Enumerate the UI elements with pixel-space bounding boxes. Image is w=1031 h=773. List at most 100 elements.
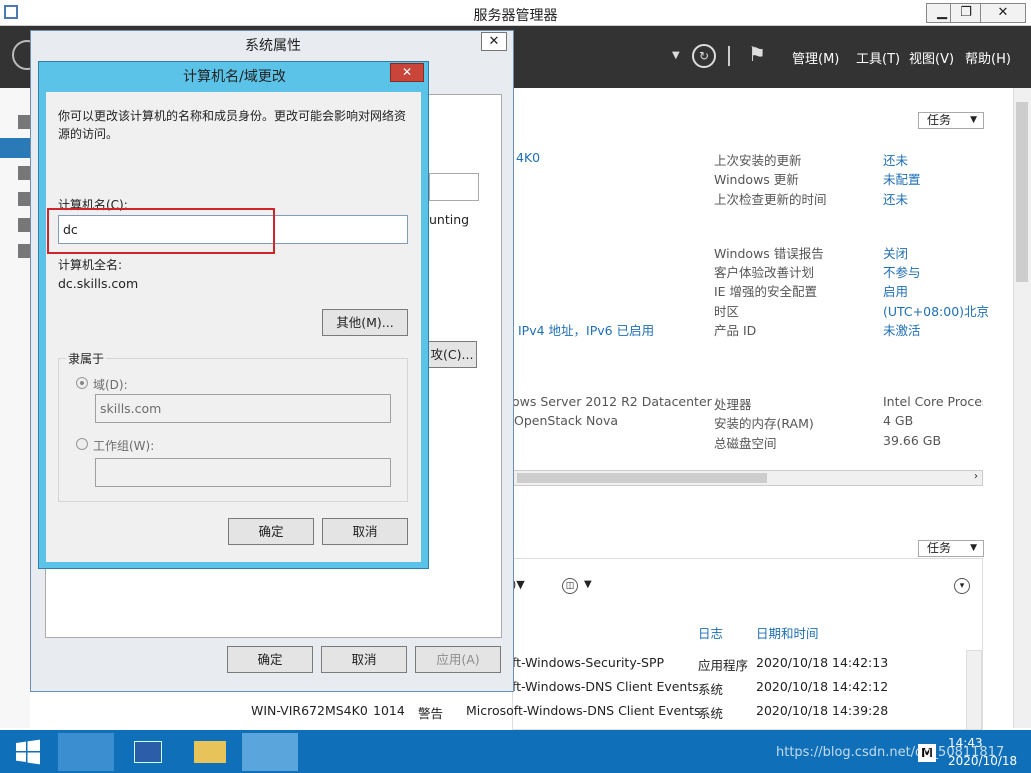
refresh-icon[interactable]: ↻ — [692, 44, 716, 68]
prop-value[interactable]: 启用 — [883, 281, 908, 300]
prop-value[interactable]: (UTC+08:00)北京 — [883, 301, 989, 320]
powershell-taskbar-icon[interactable] — [120, 733, 176, 771]
server-manager-taskbar-icon[interactable] — [58, 733, 114, 771]
chevron-down-icon: ▼ — [970, 115, 977, 125]
explorer-taskbar-icon[interactable] — [182, 733, 238, 771]
cancel-button[interactable]: 取消 — [322, 518, 408, 545]
dropdown-arrow-icon[interactable]: ▼ — [672, 50, 680, 61]
prop-value[interactable]: 不参与 — [883, 262, 921, 281]
prop-value: 39.66 GB — [883, 433, 942, 448]
computer-name-fragment[interactable]: 4K0 — [516, 150, 540, 165]
close-button[interactable]: ✕ — [390, 63, 424, 82]
full-name-value: dc.skills.com — [58, 276, 139, 291]
maximize-button[interactable]: ❐ — [950, 3, 982, 23]
event-log: 系统 — [698, 682, 724, 697]
change-button[interactable]: 攻(C)... — [427, 341, 477, 368]
prop-label: 产品 ID — [714, 323, 757, 338]
full-name-label: 计算机全名: — [58, 258, 123, 272]
tasks-dropdown[interactable]: 任务 ▼ — [918, 112, 984, 129]
description-input[interactable] — [429, 173, 479, 201]
radio-dot — [80, 381, 84, 385]
hardware-vendor: OpenStack Nova — [514, 413, 619, 428]
events-tasks-dropdown[interactable]: 任务 ▼ — [918, 540, 984, 557]
event-date: 2020/10/18 14:39:28 — [756, 703, 889, 718]
local-server-nav-item[interactable] — [0, 138, 30, 158]
ok-button[interactable]: 确定 — [228, 518, 314, 545]
domain-input[interactable]: skills.com — [95, 394, 391, 423]
counting-text-fragment: unting — [429, 212, 470, 227]
prop-value[interactable]: 还未 — [883, 150, 908, 169]
event-server: WIN-VIR672MS4K0 — [251, 703, 368, 718]
dialog-title: 计算机名/域更改 — [183, 69, 286, 85]
flag-icon[interactable]: ⚑ — [748, 42, 766, 66]
chevron-down-icon: ▼ — [970, 543, 977, 553]
close-button[interactable]: ✕ — [481, 32, 507, 51]
prop-label: 安装的内存(RAM) — [714, 416, 814, 431]
powershell-icon — [134, 741, 162, 763]
workgroup-input[interactable] — [95, 458, 391, 487]
window-title-bar: 服务器管理器 ▁ ❐ ✕ — [0, 0, 1031, 26]
event-source: ft-Windows-DNS Client Events — [512, 679, 699, 694]
domain-label: 域(D): — [93, 378, 128, 392]
save-query-icon[interactable]: ◫ — [562, 578, 578, 594]
window-title: 服务器管理器 — [473, 8, 558, 24]
prop-value[interactable]: 还未 — [883, 189, 908, 208]
menu-manage[interactable]: 管理(M) — [792, 48, 839, 67]
column-header-date[interactable]: 日期和时间 — [756, 623, 819, 642]
menu-help[interactable]: 帮助(H) — [965, 48, 1011, 67]
domain-radio[interactable] — [76, 377, 88, 389]
system-taskbar-icon[interactable] — [242, 733, 298, 771]
highlight-box — [47, 208, 275, 254]
prop-label: 上次检查更新的时间 — [714, 192, 827, 207]
scroll-thumb[interactable] — [517, 473, 767, 483]
prop-label: 总磁盘空间 — [714, 436, 777, 451]
event-source: ft-Windows-Security-SPP — [512, 655, 665, 670]
expand-icon[interactable]: ▾ — [954, 578, 970, 594]
ethernet-value[interactable]: IPv4 地址，IPv6 已启用 — [518, 320, 654, 339]
chevron-right-icon[interactable]: › — [974, 471, 978, 482]
main-vertical-scrollbar[interactable] — [1013, 88, 1031, 728]
prop-label: 上次安装的更新 — [714, 153, 802, 168]
scroll-thumb[interactable] — [1016, 102, 1028, 282]
ok-button[interactable]: 确定 — [227, 646, 313, 673]
event-level: 警告 — [418, 706, 444, 721]
prop-value[interactable]: 未激活 — [883, 320, 921, 339]
events-scrollbar[interactable] — [966, 650, 982, 730]
chevron-down-icon[interactable]: ▼ — [584, 579, 592, 590]
tasks-label: 任务 — [927, 113, 952, 127]
prop-value[interactable]: 关闭 — [883, 243, 908, 262]
watermark-text: https://blog.csdn.net/qq_50811817 — [776, 745, 1005, 760]
dialog-title: 系统属性 — [245, 38, 301, 54]
prop-value: 4 GB — [883, 413, 914, 428]
horizontal-scrollbar[interactable]: › — [512, 470, 983, 486]
start-windows-icon[interactable] — [14, 738, 42, 766]
prop-label: 时区 — [714, 304, 740, 319]
close-button[interactable]: ✕ — [980, 3, 1026, 23]
workgroup-radio[interactable] — [76, 438, 88, 450]
left-nav — [0, 88, 30, 728]
member-of-label: 隶属于 — [66, 350, 107, 367]
prop-label: 处理器 — [714, 397, 752, 412]
tasks-label: 任务 — [927, 541, 952, 555]
description-text: 你可以更改该计算机的名称和成员身份。更改可能会影响对网络资源的访问。 — [58, 109, 407, 141]
column-header-log[interactable]: 日志 — [698, 623, 723, 642]
prop-label: 客户体验改善计划 — [714, 265, 815, 280]
prop-label: Windows 更新 — [714, 172, 799, 187]
workgroup-label: 工作组(W): — [93, 439, 155, 453]
prop-label: IE 增强的安全配置 — [714, 284, 818, 299]
menu-tools[interactable]: 工具(T) — [856, 48, 900, 67]
os-version: ows Server 2012 R2 Datacenter — [512, 394, 712, 409]
apply-button[interactable]: 应用(A) — [415, 646, 501, 673]
prop-label: Windows 错误报告 — [714, 246, 824, 261]
cancel-button[interactable]: 取消 — [321, 646, 407, 673]
event-log: 应用程序 — [698, 658, 749, 673]
dialog-body: 你可以更改该计算机的名称和成员身份。更改可能会影响对网络资源的访问。 计算机名(… — [46, 92, 421, 562]
app-icon — [4, 5, 18, 19]
prop-value[interactable]: 未配置 — [883, 169, 921, 188]
event-date: 2020/10/18 14:42:12 — [756, 679, 889, 694]
event-id: 1014 — [373, 703, 405, 718]
computer-name-dialog: 计算机名/域更改 ✕ 你可以更改该计算机的名称和成员身份。更改可能会影响对网络资… — [38, 61, 429, 569]
more-button[interactable]: 其他(M)... — [322, 309, 408, 336]
menu-view[interactable]: 视图(V) — [909, 48, 954, 67]
event-log: 系统 — [698, 706, 724, 721]
